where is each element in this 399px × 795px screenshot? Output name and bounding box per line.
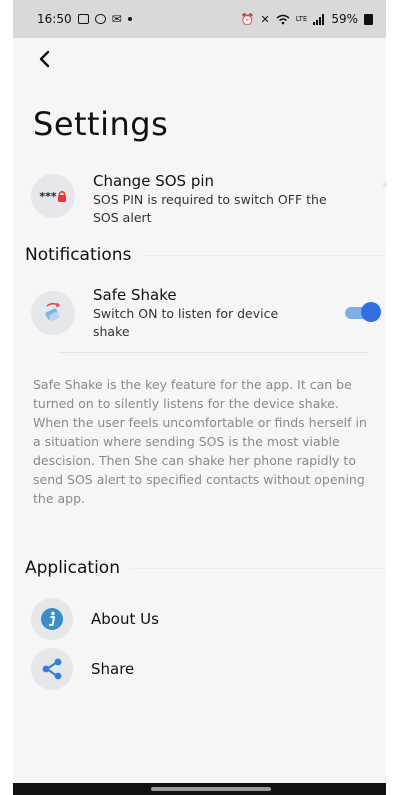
chevron-left-icon [39, 50, 50, 68]
network-type: LTE [295, 14, 308, 23]
phone-shake-icon [45, 302, 61, 322]
application-heading-row: Application [25, 558, 386, 578]
safe-shake-item: Safe Shake Switch ON to listen for devic… [31, 285, 386, 341]
gallery-notification-icon [77, 14, 89, 24]
change-pin-title: Change SOS pin [93, 172, 215, 190]
pin-mask-text: *** [39, 189, 57, 203]
about-avatar [31, 598, 73, 640]
more-notifications-icon [127, 17, 132, 21]
system-nav-bar [13, 783, 386, 795]
page-title: Settings [33, 105, 169, 143]
safe-shake-avatar [31, 291, 75, 335]
safe-shake-subtitle: Switch ON to listen for device shake [93, 306, 279, 339]
wifi-icon [276, 14, 290, 24]
share-text: Share [91, 659, 134, 679]
about-us-label: About Us [91, 610, 159, 628]
about-us-item[interactable]: About Us [31, 598, 386, 640]
battery-level: 59% [331, 12, 358, 26]
change-pin-text: Change SOS pin SOS PIN is required to sw… [93, 171, 333, 227]
status-right: ⏰ ✕ LTE 59% [241, 12, 373, 26]
share-label: Share [91, 660, 135, 678]
share-item[interactable]: Share [31, 648, 386, 690]
notifications-heading-row: Notifications [25, 245, 386, 265]
phone-screen: 16:50 ✉ ⏰ ✕ LTE 59% Settings *** Change … [13, 0, 387, 795]
app-notification-icon [94, 14, 106, 24]
pin-avatar: *** [31, 174, 75, 218]
safe-shake-title: Safe Shake [93, 286, 177, 304]
safe-shake-divider [58, 352, 368, 353]
status-time: 16:50 [37, 12, 72, 26]
status-left: 16:50 ✉ [37, 12, 132, 26]
notifications-divider [141, 254, 386, 256]
back-button[interactable] [31, 44, 57, 74]
signal-icon [313, 13, 325, 25]
battery-icon [364, 13, 373, 25]
application-heading: Application [25, 558, 120, 578]
mute-icon: ✕ [260, 12, 270, 26]
application-divider [130, 567, 386, 569]
safe-shake-text: Safe Shake Switch ON to listen for devic… [93, 285, 283, 341]
lock-icon [57, 191, 66, 202]
safe-shake-description: Safe Shake is the key feature for the ap… [33, 377, 367, 506]
safe-shake-toggle[interactable] [343, 300, 383, 324]
toggle-knob [361, 302, 381, 322]
change-pin-subtitle: SOS PIN is required to switch OFF the SO… [93, 192, 327, 225]
change-sos-pin-item[interactable]: *** Change SOS pin SOS PIN is required t… [31, 171, 386, 227]
home-gesture-handle[interactable] [151, 787, 271, 791]
status-bar: 16:50 ✉ ⏰ ✕ LTE 59% [13, 0, 386, 38]
ripple-dot [383, 183, 387, 187]
screen: 16:50 ✉ ⏰ ✕ LTE 59% Settings *** Change … [0, 0, 399, 795]
mail-icon: ✉ [111, 12, 122, 26]
notifications-heading: Notifications [25, 245, 132, 265]
about-text: About Us [91, 609, 159, 629]
info-icon [41, 608, 63, 630]
alarm-icon: ⏰ [240, 12, 255, 26]
share-avatar [31, 648, 73, 690]
share-icon [42, 658, 62, 680]
